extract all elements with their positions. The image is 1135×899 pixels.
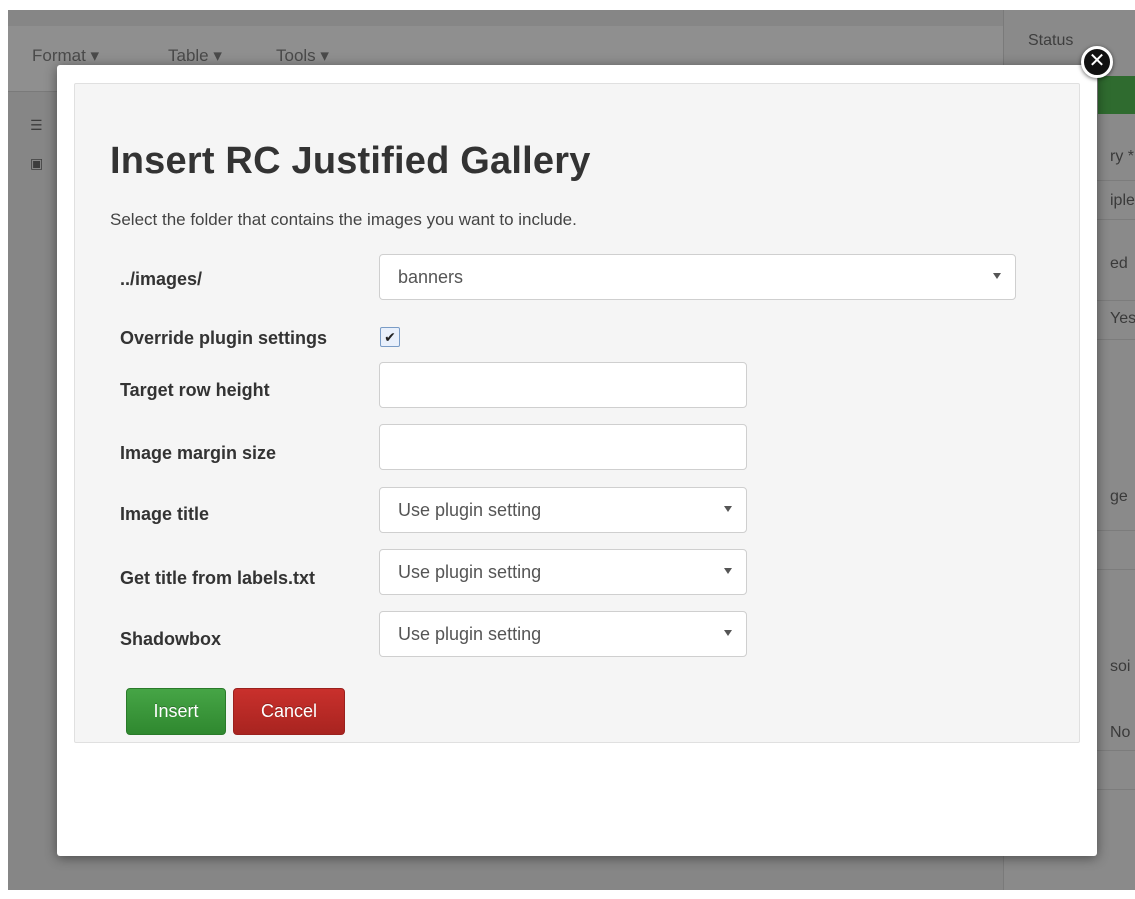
target-row-height-input[interactable] [379,362,747,408]
align-icon: ☰ [30,117,43,133]
override-checkbox[interactable]: ✔ [380,327,400,347]
title-from-labels-label: Get title from labels.txt [120,568,316,588]
insert-button[interactable]: Insert [126,688,226,735]
sidebar-status-label: Status [1028,32,1074,49]
image-margin-size-label: Image margin size [120,443,277,463]
menu-tools: Tools ▾ [276,46,329,65]
chevron-down-icon [724,568,732,574]
chevron-down-icon [724,506,732,512]
image-title-select-value: Use plugin setting [398,500,542,520]
menu-format: Format ▾ [32,46,100,65]
folder-select-value: banners [398,267,464,287]
menu-table: Table ▾ [168,46,222,65]
title-from-labels-select-value: Use plugin setting [398,562,542,582]
modal-panel: Insert RC Justified Gallery Select the f… [74,83,1080,743]
image-margin-size-input[interactable] [379,424,747,470]
modal-title: Insert RC Justified Gallery [110,140,591,182]
image-icon: ▣ [30,155,44,171]
sidebar-fragment: ry * [1110,148,1134,165]
shadowbox-label: Shadowbox [120,629,222,649]
cancel-button[interactable]: Cancel [233,688,345,735]
image-title-select[interactable]: Use plugin setting [379,487,747,533]
sidebar-fragment: ge [1110,488,1128,505]
folder-select[interactable]: banners [379,254,1016,300]
sidebar-fragment: ed [1110,255,1128,272]
image-title-label: Image title [120,504,210,524]
chevron-down-icon [993,273,1001,279]
sidebar-fragment: iple [1110,192,1135,209]
shadowbox-select[interactable]: Use plugin setting [379,611,747,657]
status-badge [1098,76,1135,114]
chevron-down-icon [724,630,732,636]
title-from-labels-select[interactable]: Use plugin setting [379,549,747,595]
override-label: Override plugin settings [120,328,328,348]
sidebar-fragment: Yes [1110,310,1135,327]
gallery-modal: Insert RC Justified Gallery Select the f… [57,65,1097,856]
shadowbox-select-value: Use plugin setting [398,624,542,644]
target-row-height-label: Target row height [120,380,270,400]
sidebar-fragment: No [1110,724,1131,741]
close-icon[interactable]: ✕ [1081,46,1113,78]
folder-label: ../images/ [120,269,203,289]
sidebar-fragment: soi [1110,658,1131,675]
modal-subtitle: Select the folder that contains the imag… [110,210,577,229]
